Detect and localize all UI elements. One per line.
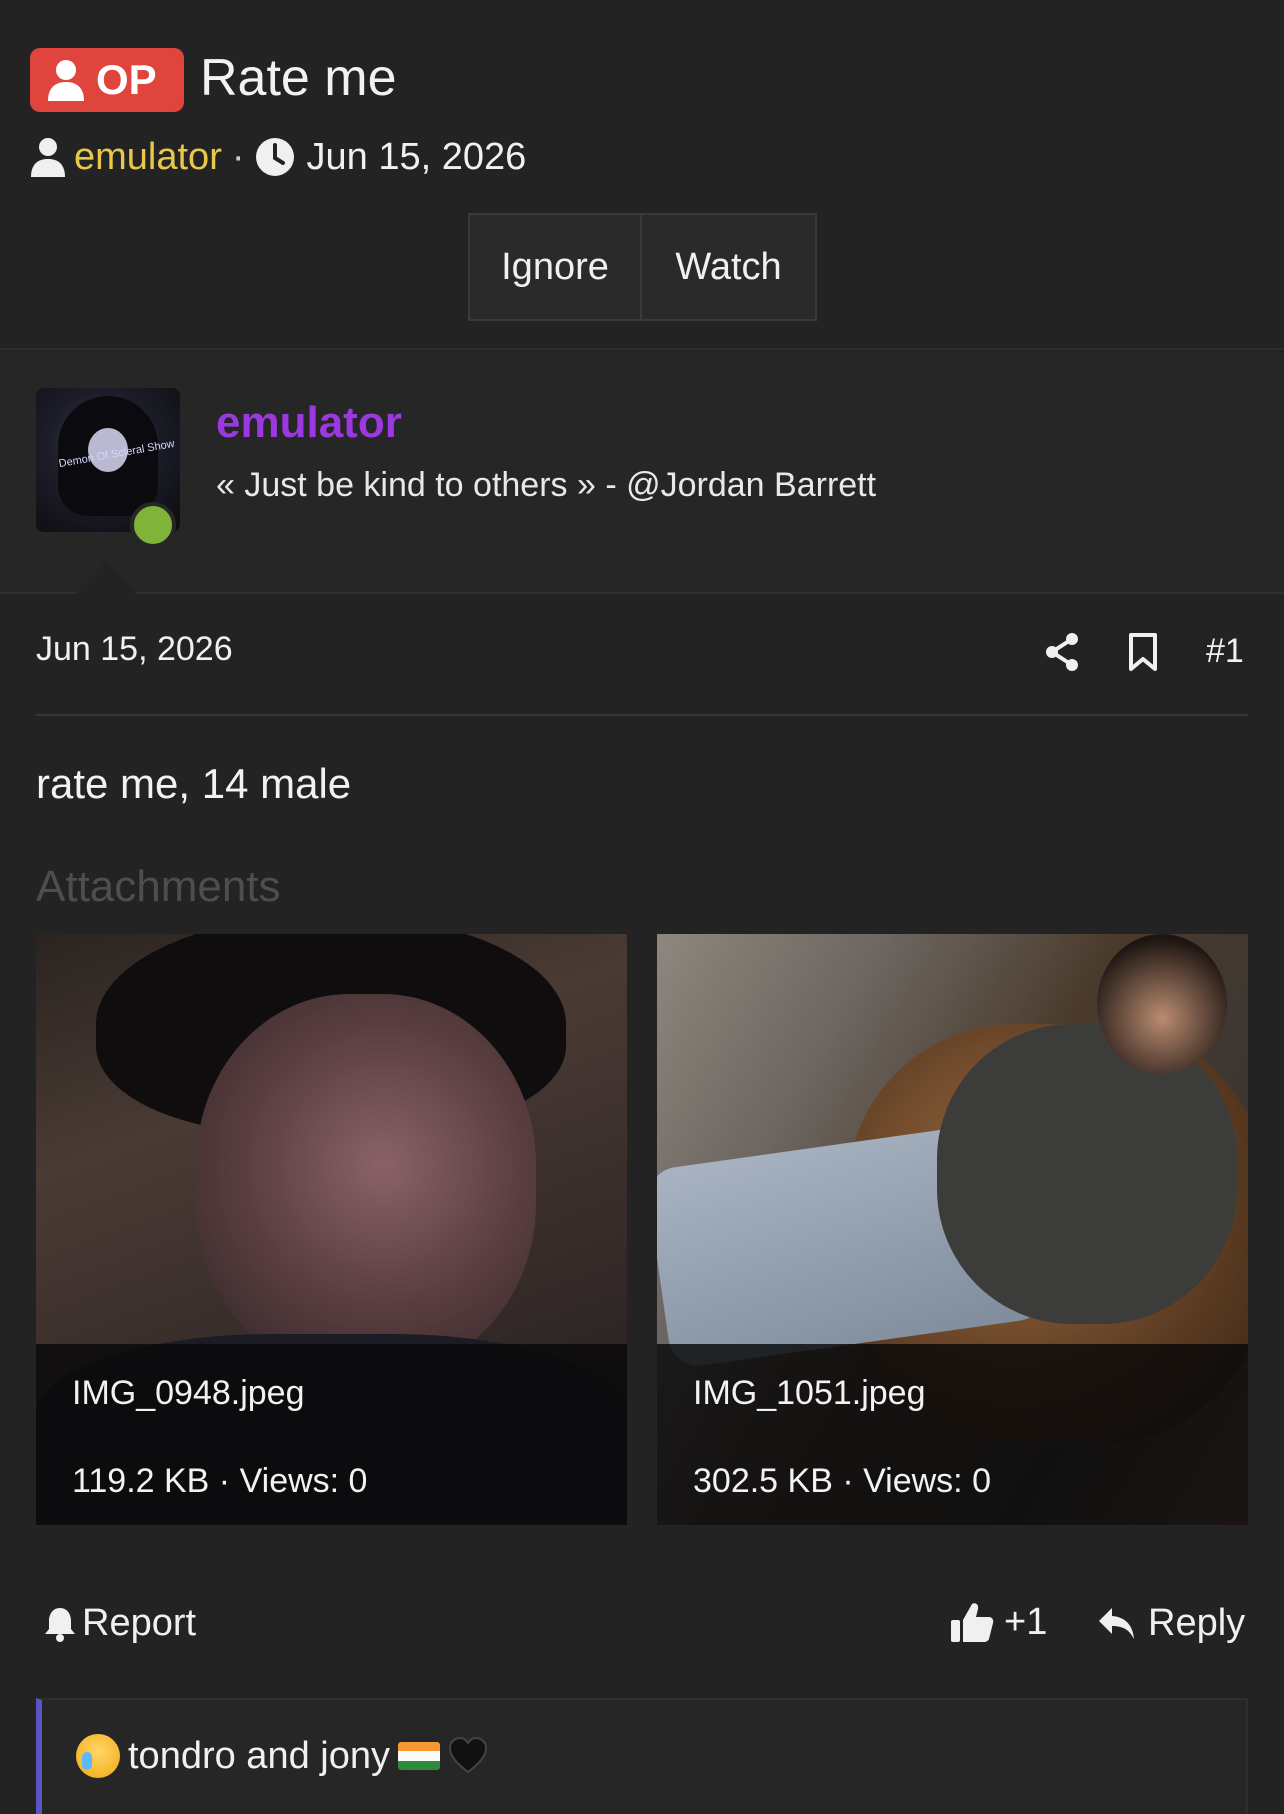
post-username[interactable]: emulator (216, 398, 402, 448)
india-flag-emoji-icon (397, 1742, 440, 1770)
reply-label: Reply (1148, 1602, 1246, 1644)
thread-meta: emulator · Jun 15, 2026 (30, 132, 526, 182)
reactions-bar[interactable]: tondro and jony (36, 1698, 1248, 1814)
black-heart-emoji-icon (448, 1736, 487, 1774)
post-date[interactable]: Jun 15, 2026 (36, 630, 233, 669)
attachments-label: Attachments (36, 862, 281, 911)
clock-icon (255, 138, 294, 176)
divider (36, 714, 1248, 716)
report-button[interactable]: Report (44, 1602, 196, 1645)
attachment-thumbnail[interactable]: IMG_1051.jpeg 302.5 KB · Views: 0 (657, 934, 1248, 1525)
watch-button[interactable]: Watch (642, 215, 815, 319)
attachment-meta: 119.2 KB · Views: 0 (72, 1462, 368, 1500)
post-body: rate me, 14 male (36, 760, 352, 807)
thread-title: Rate me (200, 49, 397, 107)
thread-date[interactable]: Jun 15, 2026 (307, 136, 527, 179)
user-signature: « Just be kind to others » - @Jordan Bar… (216, 466, 877, 504)
post-number-link[interactable]: #1 (1206, 632, 1244, 671)
thumbs-up-icon (951, 1603, 994, 1642)
reply-button[interactable]: Reply (1098, 1602, 1245, 1645)
user-icon (31, 138, 65, 177)
reactions-text: tondro and jony (128, 1734, 390, 1777)
op-badge: OP (30, 48, 184, 112)
ignore-button[interactable]: Ignore (470, 215, 642, 319)
reply-icon (1099, 1607, 1134, 1639)
report-label: Report (82, 1602, 197, 1644)
user-block-caret (76, 560, 136, 594)
crying-face-emoji-icon (76, 1734, 120, 1778)
meta-separator: · (231, 135, 245, 178)
bell-icon (45, 1607, 75, 1642)
attachment-meta: 302.5 KB · Views: 0 (693, 1462, 991, 1500)
share-icon[interactable] (1044, 632, 1080, 672)
attachment-info: IMG_1051.jpeg 302.5 KB · Views: 0 (657, 1344, 1248, 1525)
like-count: +1 (1004, 1600, 1048, 1643)
like-button[interactable]: +1 (950, 1600, 1047, 1644)
attachment-thumbnail[interactable]: IMG_0948.jpeg 119.2 KB · Views: 0 (36, 934, 627, 1525)
attachment-info: IMG_0948.jpeg 119.2 KB · Views: 0 (36, 1344, 627, 1525)
thread-action-buttons: Ignore Watch (468, 213, 817, 321)
attachment-filename: IMG_1051.jpeg (693, 1374, 926, 1412)
thread-header: OP Rate me emulator · Jun 15, 2026 Ignor… (0, 0, 1284, 350)
reactions-summary: tondro and jony (76, 1734, 488, 1778)
online-status-indicator (130, 502, 176, 548)
bookmark-icon[interactable] (1127, 632, 1159, 672)
user-icon (48, 60, 84, 101)
op-badge-label: OP (96, 56, 157, 103)
attachment-filename: IMG_0948.jpeg (72, 1374, 305, 1412)
author-link[interactable]: emulator (74, 136, 222, 179)
post-actions: Report +1 Reply (0, 1590, 1284, 1660)
post-user-block: Demon Of Scleral Show emulator « Just be… (0, 352, 1284, 594)
